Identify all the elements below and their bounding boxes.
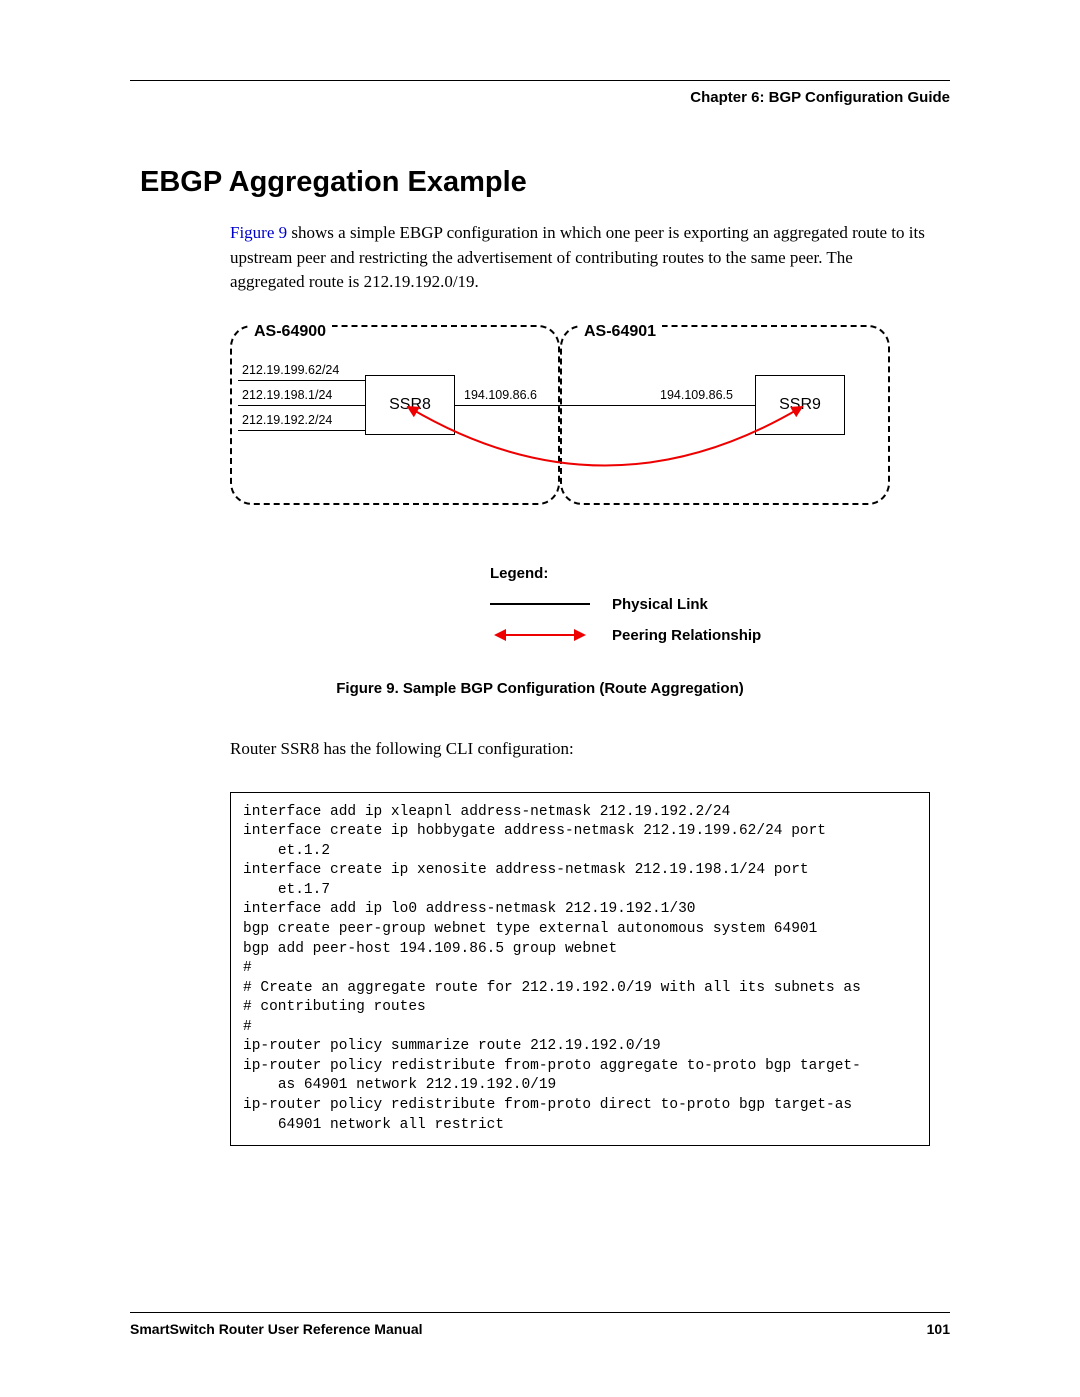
page-footer: SmartSwitch Router User Reference Manual…: [130, 1312, 950, 1337]
legend-peering-label: Peering Relationship: [612, 627, 761, 644]
legend-physical-label: Physical Link: [612, 596, 708, 613]
wire-ip1: [238, 380, 365, 382]
intro-text: shows a simple EBGP configuration in whi…: [230, 223, 925, 291]
as-label-right: AS-64901: [578, 323, 662, 341]
figure-caption: Figure 9. Sample BGP Configuration (Rout…: [130, 680, 950, 697]
footer-page-number: 101: [927, 1321, 950, 1337]
page: Chapter 6: BGP Configuration Guide EBGP …: [0, 0, 1080, 1397]
footer-manual-title: SmartSwitch Router User Reference Manual: [130, 1321, 423, 1337]
legend-peering-arrow-icon: [490, 629, 590, 641]
wire-ip3: [238, 430, 365, 432]
cli-code-block: interface add ip xleapnl address-netmask…: [230, 792, 930, 1147]
header-rule: [130, 80, 950, 81]
chapter-header: Chapter 6: BGP Configuration Guide: [130, 89, 950, 106]
legend-peering-row: Peering Relationship: [490, 627, 950, 644]
legend-physical-row: Physical Link: [490, 596, 950, 613]
cli-intro: Router SSR8 has the following CLI config…: [230, 737, 930, 762]
ip-label-3: 212.19.192.2/24: [242, 413, 332, 427]
section-title: EBGP Aggregation Example: [140, 166, 950, 199]
link-ip-right: 194.109.86.5: [660, 388, 733, 402]
legend: Legend: Physical Link Peering Relationsh…: [490, 565, 950, 644]
network-diagram: AS-64900 AS-64901 212.19.199.62/24 212.1…: [230, 325, 950, 525]
legend-physical-line-icon: [490, 603, 590, 605]
ip-label-2: 212.19.198.1/24: [242, 388, 332, 402]
figure-link[interactable]: Figure 9: [230, 223, 287, 242]
as-label-left: AS-64900: [248, 323, 332, 341]
link-ip-left: 194.109.86.6: [464, 388, 537, 402]
intro-paragraph: Figure 9 shows a simple EBGP configurati…: [230, 221, 930, 295]
wire-ip2: [238, 405, 365, 407]
ip-label-1: 212.19.199.62/24: [242, 363, 339, 377]
peering-arc-icon: [390, 403, 820, 493]
legend-title: Legend:: [490, 565, 950, 582]
